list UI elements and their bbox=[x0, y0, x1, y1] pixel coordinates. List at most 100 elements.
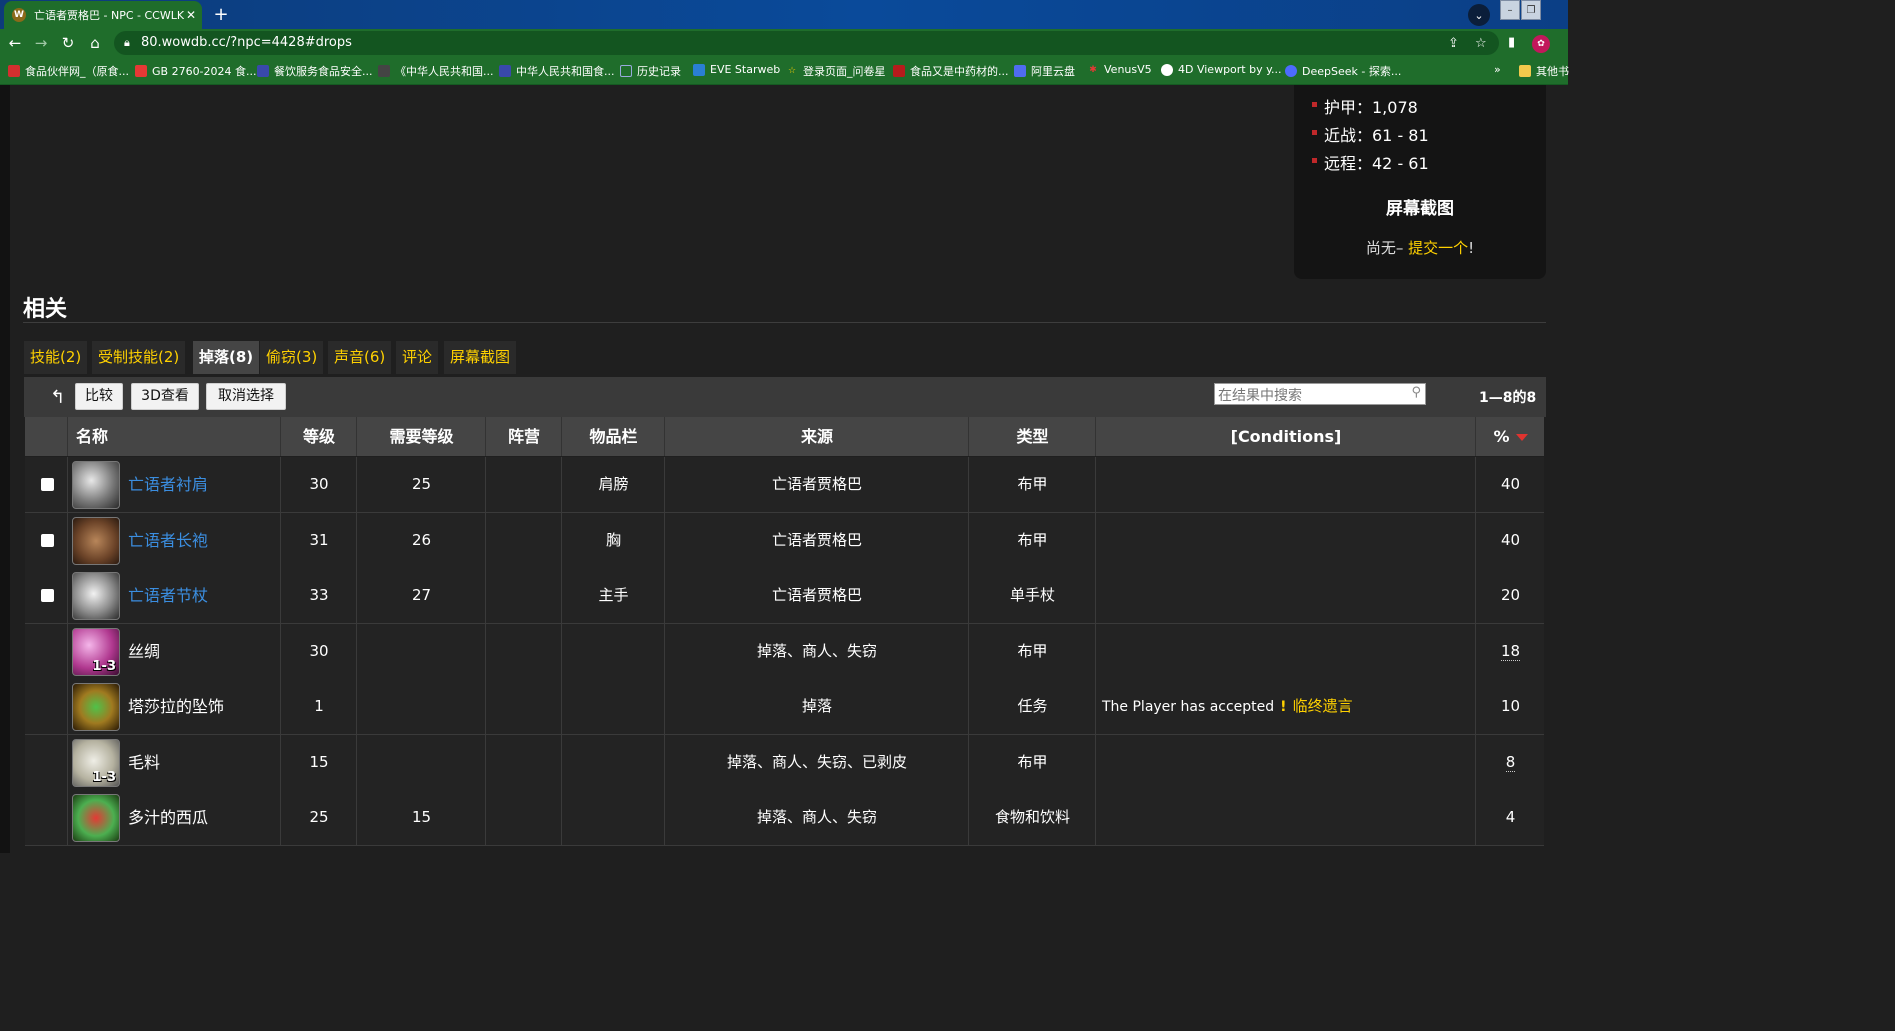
bookmark-item[interactable]: 《中华人民共和国... bbox=[378, 63, 494, 79]
item-icon[interactable] bbox=[72, 572, 120, 620]
source-cell: 亡语者贾格巴 bbox=[664, 568, 969, 623]
quest-link[interactable]: 临终遗言 bbox=[1293, 697, 1353, 715]
item-name-link[interactable]: 丝绸 bbox=[128, 624, 160, 679]
side-cell bbox=[485, 734, 562, 790]
row-checkbox[interactable] bbox=[41, 478, 54, 491]
new-tab-button[interactable]: + bbox=[210, 4, 232, 25]
bookmark-favicon-icon bbox=[693, 63, 705, 76]
tab-drops[interactable]: 掉落(8) bbox=[193, 341, 260, 374]
address-bar[interactable]: 🔒︎ 80.wowdb.cc/?npc=4428#drops ⇪ ☆ bbox=[114, 31, 1499, 55]
item-icon[interactable] bbox=[72, 794, 120, 842]
item-name-link[interactable]: 塔莎拉的坠饰 bbox=[128, 679, 224, 734]
minimize-window-button[interactable]: – bbox=[1500, 0, 1520, 20]
header-conditions[interactable]: [Conditions] bbox=[1095, 417, 1476, 456]
bookmark-item[interactable]: GB 2760-2024 食... bbox=[135, 63, 257, 79]
bookmark-item[interactable]: ☆ 登录页面_问卷星 bbox=[786, 63, 886, 79]
back-arrow-icon[interactable]: ← bbox=[6, 34, 24, 52]
tab-screenshots[interactable]: 屏幕截图 bbox=[444, 341, 517, 374]
header-type[interactable]: 类型 bbox=[968, 417, 1096, 456]
select-cell bbox=[25, 457, 67, 512]
bookmark-item[interactable]: 中华人民共和国食... bbox=[499, 63, 615, 79]
results-search-input[interactable]: 在结果中搜索 ⚲ bbox=[1214, 383, 1426, 405]
forward-arrow-icon[interactable]: → bbox=[32, 34, 50, 52]
item-icon[interactable]: 1-3 bbox=[72, 738, 120, 787]
header-level[interactable]: 等级 bbox=[280, 417, 357, 456]
slot-cell: 主手 bbox=[561, 568, 665, 623]
tab-sounds[interactable]: 声音(6) bbox=[328, 341, 392, 374]
bookmark-item[interactable]: ✱ VenusV5 bbox=[1087, 63, 1151, 76]
item-icon[interactable]: 1-3 bbox=[72, 627, 120, 676]
bookmark-folder[interactable]: 其他书 bbox=[1519, 63, 1569, 79]
view-3d-button[interactable]: 3D查看 bbox=[131, 383, 199, 410]
bookmark-favicon-icon bbox=[893, 65, 905, 77]
tab-affected-skills[interactable]: 受制技能(2) bbox=[92, 341, 186, 374]
bookmark-item[interactable]: 4D Viewport by y... bbox=[1161, 63, 1282, 76]
history-icon bbox=[620, 65, 632, 77]
search-icon[interactable]: ⚲ bbox=[1411, 385, 1421, 400]
share-icon[interactable]: ⇪ bbox=[1448, 36, 1459, 51]
profile-avatar[interactable]: ✿ bbox=[1532, 35, 1550, 53]
bookmark-favicon-icon bbox=[135, 65, 147, 77]
table-row: 亡语者节杖 33 27 主手 亡语者贾格巴 单手杖 20 bbox=[25, 568, 1544, 624]
req-cell: 15 bbox=[356, 790, 486, 845]
source-cell: 掉落 bbox=[664, 679, 969, 734]
item-icon[interactable] bbox=[72, 516, 120, 565]
row-checkbox[interactable] bbox=[41, 533, 54, 547]
tab-skills[interactable]: 技能(2) bbox=[24, 341, 88, 374]
item-icon[interactable] bbox=[72, 461, 120, 509]
type-cell: 布甲 bbox=[968, 512, 1096, 568]
item-name-link[interactable]: 毛料 bbox=[128, 735, 160, 790]
restore-window-button[interactable]: ❐ bbox=[1521, 0, 1541, 20]
bookmark-item[interactable]: 食品又是中药材的... bbox=[893, 63, 1009, 79]
type-cell: 布甲 bbox=[968, 623, 1096, 679]
home-icon[interactable]: ⌂ bbox=[86, 34, 104, 52]
bookmark-favicon-icon bbox=[378, 65, 390, 77]
level-cell: 1 bbox=[280, 679, 357, 734]
bookmark-item[interactable]: DeepSeek - 探索... bbox=[1285, 63, 1401, 79]
side-cell bbox=[485, 457, 562, 512]
compare-button[interactable]: 比较 bbox=[75, 383, 123, 410]
stack-quantity: 1-3 bbox=[92, 658, 117, 674]
row-checkbox[interactable] bbox=[41, 589, 54, 602]
header-slot[interactable]: 物品栏 bbox=[561, 417, 665, 456]
type-cell: 任务 bbox=[968, 679, 1096, 734]
tab-pickpocket[interactable]: 偷窃(3) bbox=[260, 341, 324, 374]
level-cell: 15 bbox=[280, 734, 357, 790]
condition-text: The Player has accepted bbox=[1102, 699, 1275, 715]
bookmark-item[interactable]: 阿里云盘 bbox=[1014, 63, 1075, 79]
related-heading: 相关 bbox=[23, 297, 68, 322]
item-name-link[interactable]: 亡语者长袍 bbox=[128, 513, 208, 568]
tab-search-button[interactable]: ⌄ bbox=[1468, 4, 1490, 26]
close-tab-icon[interactable]: ✕ bbox=[186, 8, 196, 22]
header-req-level[interactable]: 需要等级 bbox=[356, 417, 486, 456]
drop-chance: 18 bbox=[1500, 641, 1521, 661]
bookmarks-overflow-icon[interactable]: » bbox=[1494, 63, 1501, 76]
side-cell bbox=[485, 512, 562, 568]
bookmark-item[interactable]: 餐饮服务食品安全... bbox=[257, 63, 373, 79]
conditions-cell: The Player has accepted! 临终遗言 bbox=[1095, 679, 1482, 734]
bookmark-item[interactable]: 历史记录 bbox=[620, 63, 681, 79]
item-icon[interactable] bbox=[72, 683, 120, 731]
bookmark-item[interactable]: EVE Starweb bbox=[693, 63, 780, 76]
stat-melee: 近战：61 - 81 bbox=[1312, 122, 1429, 146]
bookmark-item[interactable]: 食品伙伴网_（原食... bbox=[8, 63, 129, 79]
header-side[interactable]: 阵营 bbox=[485, 417, 562, 456]
source-cell: 亡语者贾格巴 bbox=[664, 457, 969, 512]
tab-comments[interactable]: 评论 bbox=[396, 341, 439, 374]
item-name-link[interactable]: 亡语者衬肩 bbox=[128, 457, 208, 512]
reload-icon[interactable]: ↻ bbox=[59, 34, 77, 52]
header-percent[interactable]: % bbox=[1475, 417, 1545, 456]
bookmark-star-icon[interactable]: ☆ bbox=[1475, 36, 1487, 51]
side-cell bbox=[485, 568, 562, 623]
header-name[interactable]: 名称 bbox=[67, 417, 280, 456]
deselect-button[interactable]: 取消选择 bbox=[206, 383, 286, 410]
source-cell: 掉落、商人、失窃 bbox=[664, 790, 969, 845]
submit-screenshot-link[interactable]: 提交一个 bbox=[1408, 239, 1468, 257]
item-name-link[interactable]: 亡语者节杖 bbox=[128, 568, 208, 623]
percent-cell: 4 bbox=[1475, 790, 1545, 845]
drop-chance: 10 bbox=[1500, 697, 1521, 715]
header-source[interactable]: 来源 bbox=[664, 417, 969, 456]
side-panel-icon[interactable]: ▮ bbox=[1508, 35, 1515, 50]
item-name-link[interactable]: 多汁的西瓜 bbox=[128, 790, 208, 845]
browser-tab[interactable]: W 亡语者贾格巴 - NPC - CCWLK怀 ✕ bbox=[4, 1, 202, 29]
